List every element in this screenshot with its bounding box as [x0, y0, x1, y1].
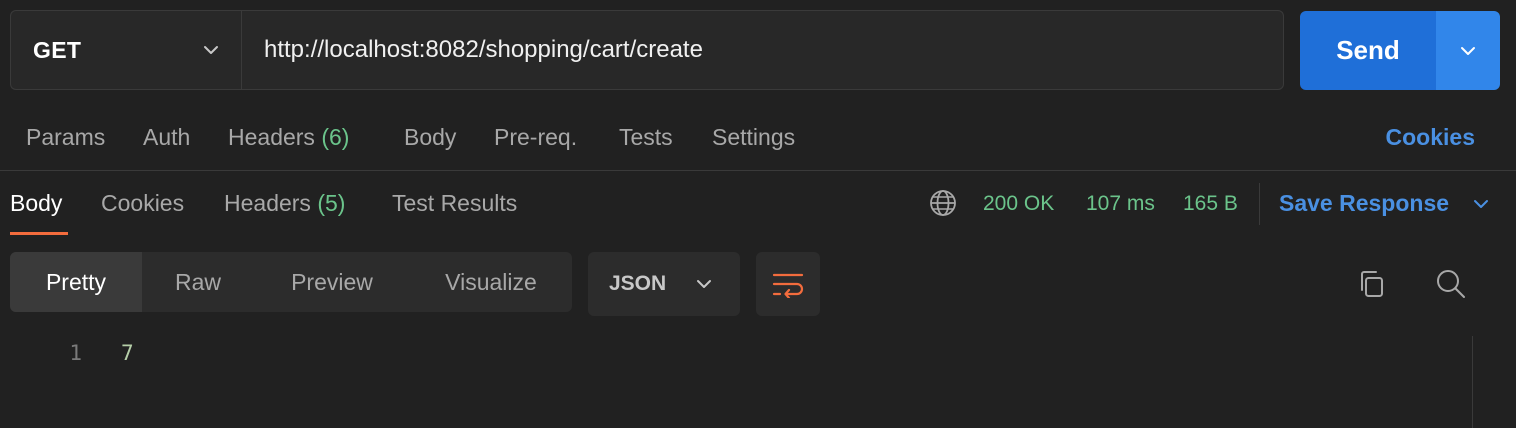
method-label: GET: [33, 36, 82, 63]
url-value: http://localhost:8082/shopping/cart/crea…: [264, 36, 703, 63]
globe-icon[interactable]: [928, 188, 958, 218]
view-mode-visualize[interactable]: Visualize: [410, 252, 572, 312]
tab-settings[interactable]: Settings: [712, 124, 795, 151]
view-mode-segmented-control: Pretty Raw Preview Visualize: [10, 252, 572, 312]
view-mode-pretty[interactable]: Pretty: [10, 252, 142, 312]
response-time[interactable]: 107 ms: [1086, 192, 1155, 216]
tab-body[interactable]: Body: [404, 124, 456, 151]
save-response-button[interactable]: Save Response: [1279, 190, 1449, 217]
chevron-down-icon: [204, 46, 218, 54]
view-mode-raw[interactable]: Raw: [142, 252, 254, 312]
language-label: JSON: [609, 272, 667, 295]
response-tab-cookies[interactable]: Cookies: [101, 190, 184, 217]
language-select[interactable]: JSON: [588, 252, 740, 316]
meta-separator: [1259, 183, 1260, 225]
chevron-down-icon: [1461, 46, 1475, 55]
send-button[interactable]: Send: [1300, 11, 1436, 90]
url-input[interactable]: http://localhost:8082/shopping/cart/crea…: [241, 10, 1284, 90]
send-label: Send: [1336, 35, 1400, 65]
view-mode-preview[interactable]: Preview: [254, 252, 410, 312]
active-tab-indicator: [10, 232, 68, 235]
search-icon: [1437, 270, 1465, 298]
tab-auth[interactable]: Auth: [143, 124, 190, 151]
scrollbar[interactable]: [1472, 336, 1473, 428]
chevron-down-icon[interactable]: [1470, 193, 1492, 215]
response-tab-test-results[interactable]: Test Results: [392, 190, 517, 217]
response-headers-count: (5): [317, 190, 346, 216]
headers-count: (6): [321, 124, 350, 150]
tab-prereq[interactable]: Pre-req.: [494, 124, 577, 151]
method-select[interactable]: GET: [10, 10, 242, 90]
response-size[interactable]: 165 B: [1183, 192, 1238, 216]
search-button[interactable]: [1433, 266, 1469, 302]
send-options-button[interactable]: [1436, 11, 1500, 90]
copy-button[interactable]: [1354, 266, 1390, 302]
line-number: 1: [69, 341, 82, 365]
cookies-link[interactable]: Cookies: [1386, 124, 1475, 151]
tab-headers[interactable]: Headers (6): [228, 124, 349, 151]
response-tab-headers-label: Headers: [224, 190, 311, 216]
response-tab-body[interactable]: Body: [10, 190, 62, 217]
section-divider: [0, 170, 1516, 171]
wrap-lines-button[interactable]: [756, 252, 820, 316]
chevron-down-icon: [697, 280, 711, 288]
tab-tests[interactable]: Tests: [619, 124, 673, 151]
status-code[interactable]: 200 OK: [983, 192, 1054, 216]
tab-params[interactable]: Params: [26, 124, 105, 151]
copy-icon: [1361, 271, 1383, 297]
wrap-lines-icon: [772, 273, 804, 298]
code-line: 7: [121, 341, 134, 365]
tab-headers-label: Headers: [228, 124, 315, 150]
response-tab-headers[interactable]: Headers (5): [224, 190, 345, 217]
